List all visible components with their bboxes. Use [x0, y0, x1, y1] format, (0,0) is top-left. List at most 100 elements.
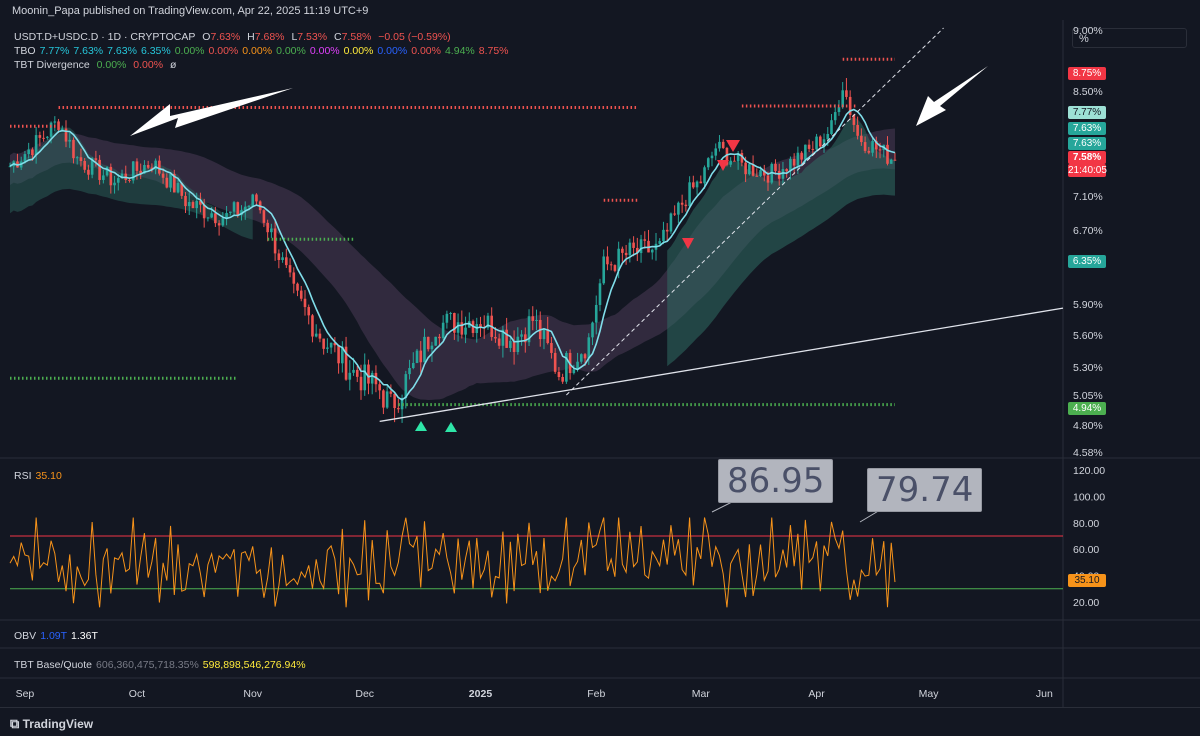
- candle-body: [860, 135, 863, 143]
- annotation-arrow-2: [916, 66, 988, 126]
- candle-body: [535, 319, 538, 321]
- candle-body: [75, 157, 79, 159]
- price-axis-label: 5.60%: [1073, 330, 1103, 342]
- badge-tbo-3: 7.63%: [1068, 137, 1106, 150]
- candle-body: [621, 248, 624, 253]
- badge-top-level: 8.75%: [1068, 67, 1106, 80]
- price-axis-label: 5.30%: [1073, 362, 1103, 374]
- candle-body: [262, 210, 266, 223]
- candle-body: [878, 149, 882, 151]
- candle-body: [255, 194, 258, 202]
- candle-body: [706, 158, 710, 168]
- candle-body: [423, 336, 426, 363]
- candle-body: [385, 391, 389, 408]
- candle-body: [393, 393, 396, 409]
- time-axis-label: Jun: [1036, 688, 1053, 700]
- candle-body: [494, 336, 497, 339]
- legend-tbt-base-quote[interactable]: TBT Base/Quote 606,360,475,718.35% 598,898…: [14, 659, 310, 671]
- candle-body: [292, 272, 296, 284]
- candle-body: [426, 336, 430, 350]
- candle-body: [314, 333, 318, 337]
- candle-body: [359, 376, 363, 391]
- candle-body: [135, 161, 139, 171]
- candle-body: [609, 264, 613, 266]
- candle-body: [673, 213, 676, 215]
- candle-body: [800, 152, 803, 160]
- candle-body: [639, 239, 643, 254]
- candle-body: [363, 364, 367, 391]
- candle-body: [662, 229, 665, 242]
- candle-body: [98, 159, 101, 180]
- candle-body: [520, 334, 523, 337]
- candle-body: [531, 316, 535, 321]
- candle-body: [658, 241, 662, 244]
- candle-body: [68, 139, 72, 142]
- rsi-axis-label: 60.00: [1073, 544, 1099, 556]
- time-axis-label: Dec: [355, 688, 374, 700]
- candle-body: [785, 169, 788, 172]
- candle-body: [677, 202, 680, 215]
- candle-body: [389, 391, 393, 394]
- candle-body: [606, 256, 609, 265]
- candle-body: [94, 158, 98, 160]
- tradingview-logo[interactable]: ⧉ TradingView: [10, 716, 93, 732]
- badge-tbo-4: 6.35%: [1068, 255, 1106, 268]
- candle-body: [669, 213, 673, 232]
- badge-tbo-1: 7.77%: [1068, 106, 1106, 119]
- candle-body: [303, 298, 307, 308]
- candle-body: [408, 367, 411, 375]
- candle-body: [665, 229, 669, 232]
- candle-body: [721, 141, 725, 148]
- candle-body: [382, 390, 385, 408]
- candle-body: [777, 170, 781, 179]
- candle-body: [430, 345, 434, 350]
- main-chart-svg[interactable]: 9.00% 8.50% 7.10% 6.70% 5.90% 5.60% 5.30% 5.05%…: [0, 0, 1200, 735]
- candle-body: [322, 338, 325, 349]
- candle-body: [251, 194, 255, 206]
- candle-body: [826, 133, 830, 140]
- candle-body: [46, 136, 49, 138]
- candle-body: [128, 179, 131, 181]
- candle-body: [613, 265, 617, 271]
- candle-body: [650, 249, 654, 253]
- candle-body: [863, 142, 867, 151]
- candle-body: [53, 121, 57, 123]
- candle-body: [546, 329, 550, 343]
- candle-body: [266, 222, 269, 233]
- candle-body: [355, 369, 359, 377]
- candle-body: [195, 200, 199, 209]
- candle-body: [729, 160, 732, 165]
- candle-body: [811, 148, 815, 150]
- candle-body: [591, 322, 594, 338]
- candle-body: [628, 242, 632, 256]
- candle-body: [214, 213, 217, 224]
- candle-body: [318, 333, 322, 339]
- candle-body: [397, 408, 400, 410]
- time-axis-label: May: [919, 688, 940, 700]
- candle-body: [759, 170, 762, 177]
- candle-body: [285, 257, 288, 266]
- candle-body: [871, 140, 874, 153]
- annotation-arrow-1: [130, 88, 293, 136]
- candle-body: [867, 150, 871, 153]
- candle-body: [352, 369, 355, 373]
- candle-body: [113, 182, 116, 186]
- legend-obv[interactable]: OBV 1.09T 1.36T: [14, 630, 102, 642]
- rsi-axis-label: 100.00: [1073, 491, 1105, 503]
- price-axis-label: 5.05%: [1073, 390, 1103, 402]
- time-axis-label: Apr: [808, 688, 825, 700]
- candle-body: [837, 107, 841, 113]
- candle-body: [688, 182, 691, 207]
- candle-body: [818, 136, 822, 147]
- candle-body: [311, 315, 314, 337]
- candle-body: [105, 166, 109, 176]
- candle-body: [83, 161, 86, 170]
- candle-body: [733, 160, 736, 162]
- rsi-axis-label: 20.00: [1073, 597, 1099, 609]
- candle-body: [288, 265, 292, 273]
- legend-rsi[interactable]: RSI 35.10: [14, 470, 66, 482]
- candle-body: [337, 345, 340, 364]
- time-axis-label: Nov: [243, 688, 262, 700]
- candle-body: [176, 183, 180, 193]
- candle-body: [206, 217, 210, 219]
